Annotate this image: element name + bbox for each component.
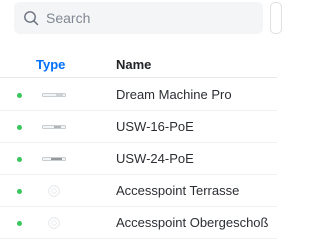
status-online-dot: [17, 221, 22, 226]
device-name: Accesspoint Obergeschoß: [116, 215, 269, 230]
table-row[interactable]: Accesspoint Obergeschoß: [0, 207, 277, 239]
table-header: Type Name: [0, 50, 277, 78]
rack-device-icon: [42, 93, 66, 97]
switch-device-icon: [42, 157, 66, 161]
search-bar[interactable]: [14, 2, 263, 34]
filter-button[interactable]: [270, 2, 282, 34]
status-online-dot: [17, 93, 22, 98]
device-name: Dream Machine Pro: [116, 87, 232, 102]
table-row[interactable]: Accesspoint Terrasse: [0, 175, 277, 207]
access-point-icon: [48, 217, 60, 229]
status-online-dot: [17, 157, 22, 162]
device-name: USW-16-PoE: [116, 119, 194, 134]
status-online-dot: [17, 189, 22, 194]
access-point-icon: [48, 185, 60, 197]
device-name: USW-24-PoE: [116, 151, 194, 166]
table-row[interactable]: USW-24-PoE: [0, 143, 277, 175]
device-name: Accesspoint Terrasse: [116, 183, 240, 198]
column-header-type[interactable]: Type: [36, 57, 65, 72]
search-icon: [24, 11, 39, 26]
switch-device-icon: [42, 125, 66, 129]
device-list: Dream Machine Pro USW-16-PoE USW-24-PoE …: [0, 79, 277, 239]
search-input[interactable]: [46, 2, 246, 34]
table-row[interactable]: Dream Machine Pro: [0, 79, 277, 111]
column-header-name[interactable]: Name: [116, 57, 151, 72]
table-row[interactable]: USW-16-PoE: [0, 111, 277, 143]
status-online-dot: [17, 125, 22, 130]
